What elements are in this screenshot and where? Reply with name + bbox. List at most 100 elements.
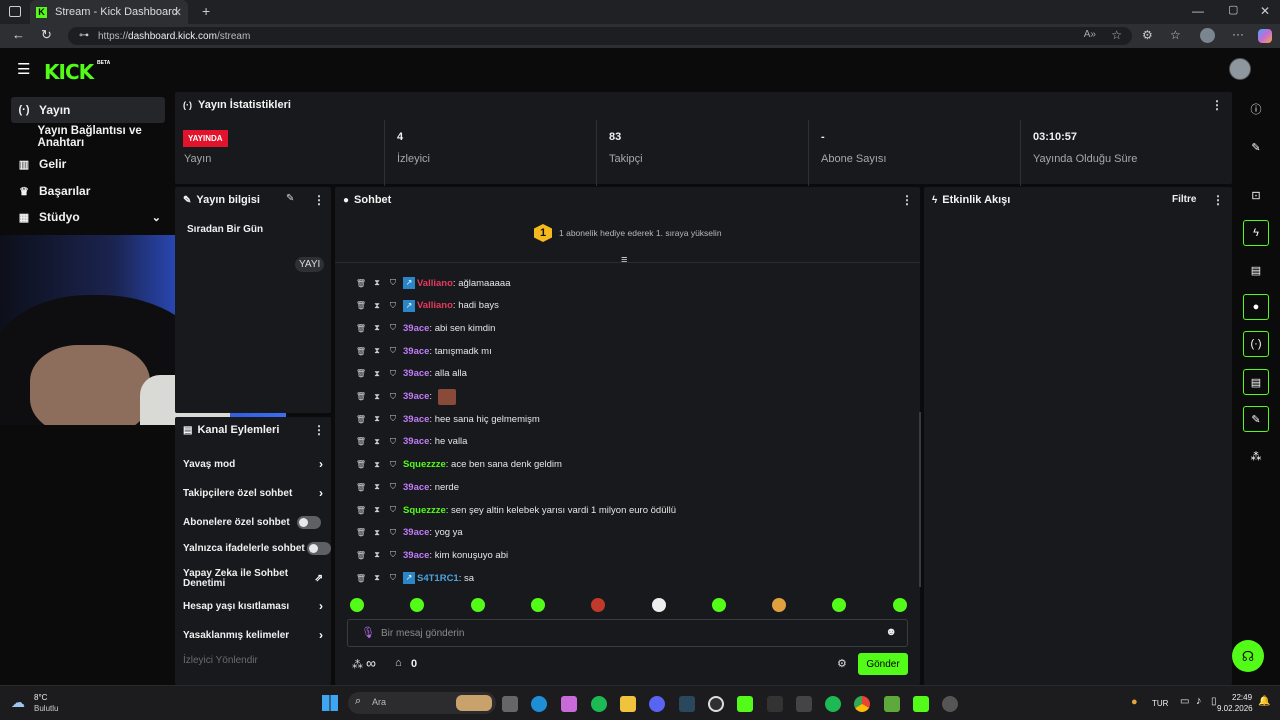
shop-icon[interactable]: ⌂ bbox=[395, 657, 402, 669]
delete-message-icon[interactable]: 🗑 bbox=[353, 301, 369, 310]
chat-message[interactable]: 🗑 ⧗ ⛉ 39ace: bbox=[353, 387, 456, 407]
broadcast-toggle-icon[interactable]: (·) bbox=[1243, 331, 1269, 357]
timeout-icon[interactable]: ⧗ bbox=[369, 323, 385, 333]
support-button[interactable]: ☊ bbox=[1232, 640, 1264, 672]
delete-message-icon[interactable]: 🗑 bbox=[353, 347, 369, 356]
delete-message-icon[interactable]: 🗑 bbox=[353, 324, 369, 333]
user-avatar[interactable] bbox=[1229, 58, 1251, 80]
microphone-tray-icon[interactable]: ● bbox=[1131, 696, 1138, 708]
ban-shield-icon[interactable]: ⛉ bbox=[385, 460, 401, 470]
language-indicator[interactable]: TUR bbox=[1152, 699, 1168, 708]
ban-shield-icon[interactable]: ⛉ bbox=[385, 505, 401, 515]
emoji-picker-icon[interactable]: ☻ bbox=[885, 626, 897, 638]
delete-message-icon[interactable]: 🗑 bbox=[353, 415, 369, 424]
chat-message[interactable]: 🗑 ⧗ ⛉ 39ace: kim konuşuyo abi bbox=[353, 545, 508, 565]
chat-input[interactable]: 🎙 Bir mesaj gönderin ☻ bbox=[347, 619, 908, 647]
ban-shield-icon[interactable]: ⛉ bbox=[385, 369, 401, 379]
quick-emote[interactable] bbox=[892, 598, 907, 612]
send-button[interactable]: Gönder bbox=[858, 653, 908, 675]
host-viewers-row[interactable]: İzleyici Yönlendir bbox=[183, 648, 325, 672]
browser-tab[interactable]: K Stream - Kick Dashboard ✕ bbox=[30, 0, 188, 24]
new-tab-icon[interactable]: + bbox=[202, 3, 210, 19]
network-icon[interactable]: ▭ bbox=[1180, 696, 1189, 707]
tools-icon[interactable]: ✎ bbox=[1243, 406, 1269, 432]
epic-games-icon[interactable] bbox=[767, 696, 783, 712]
quick-emote[interactable] bbox=[772, 598, 787, 612]
edit-icon[interactable]: ✎ bbox=[1243, 134, 1269, 160]
timeout-icon[interactable]: ⧗ bbox=[369, 505, 385, 515]
emotes-only-toggle[interactable] bbox=[307, 541, 331, 555]
reload-icon[interactable]: ↻ bbox=[41, 27, 52, 43]
back-icon[interactable]: ← bbox=[12, 27, 25, 42]
ban-shield-icon[interactable]: ⛉ bbox=[385, 278, 401, 288]
chat-username[interactable]: Squezzze bbox=[403, 459, 446, 470]
chat-username[interactable]: Valliano bbox=[417, 300, 453, 311]
chat-message[interactable]: 🗑 ⧗ ⛉ Squezzze: sen şey altin kelebek yarıs… bbox=[353, 500, 676, 520]
kick-app-icon[interactable] bbox=[913, 696, 929, 712]
chat-toggle-icon[interactable]: ● bbox=[1243, 294, 1269, 320]
notes-icon[interactable]: ▤ bbox=[1243, 257, 1269, 283]
quick-emote[interactable] bbox=[591, 598, 606, 612]
quick-emote[interactable] bbox=[711, 598, 726, 612]
account-age-row[interactable]: Hesap yaşı kısıtlaması › bbox=[183, 594, 325, 618]
ban-shield-icon[interactable]: ⛉ bbox=[385, 323, 401, 333]
weather-icon[interactable]: ☁ bbox=[11, 694, 25, 711]
battery-icon[interactable]: ▯ bbox=[1211, 696, 1217, 707]
clock-time[interactable]: 22:49 bbox=[1232, 693, 1252, 702]
favorites-icon[interactable]: ☆ bbox=[1170, 28, 1181, 42]
timeout-icon[interactable]: ⧗ bbox=[369, 301, 385, 311]
chat-message[interactable]: 🗑 ⧗ ⛉ 39ace: he valla bbox=[353, 432, 468, 452]
chat-username[interactable]: 39ace bbox=[403, 391, 429, 402]
more-menu-icon[interactable]: ··· bbox=[1232, 27, 1244, 41]
volume-icon[interactable]: ♪ bbox=[1196, 695, 1202, 707]
delete-message-icon[interactable]: 🗑 bbox=[353, 506, 369, 515]
sidebar-item-studyo[interactable]: ▦ Stüdyo ⌄ bbox=[11, 204, 165, 230]
task-view-icon[interactable] bbox=[502, 696, 518, 712]
chat-username[interactable]: 39ace bbox=[403, 346, 429, 357]
banned-words-row[interactable]: Yasaklanmış kelimeler › bbox=[183, 623, 325, 647]
edit-pencil-icon[interactable]: ✎ bbox=[286, 193, 294, 204]
pinned-collapse-icon[interactable]: ≡ bbox=[621, 254, 627, 266]
chat-message[interactable]: 🗑 ⧗ ⛉ ↗ S4T1RC1: sa bbox=[353, 568, 474, 588]
close-tab-icon[interactable]: ✕ bbox=[173, 6, 182, 19]
ban-shield-icon[interactable]: ⛉ bbox=[385, 550, 401, 560]
copilot-icon[interactable] bbox=[1258, 29, 1272, 43]
chat-username[interactable]: 39ace bbox=[403, 436, 429, 447]
ban-shield-icon[interactable]: ⛉ bbox=[385, 392, 401, 402]
url-field[interactable]: ⊶ https://dashboard.kick.com/stream A» ☆ bbox=[68, 27, 1132, 45]
timeout-icon[interactable]: ⧗ bbox=[369, 278, 385, 288]
chrome-icon[interactable] bbox=[854, 696, 870, 712]
chat-message[interactable]: 🗑 ⧗ ⛉ 39ace: hee sana hiç gelmemişm bbox=[353, 409, 540, 429]
ban-shield-icon[interactable]: ⛉ bbox=[385, 301, 401, 311]
discord-icon[interactable] bbox=[649, 696, 665, 712]
ban-shield-icon[interactable]: ⛉ bbox=[385, 346, 401, 356]
timeout-icon[interactable]: ⧗ bbox=[369, 369, 385, 379]
copilot-app-icon[interactable] bbox=[561, 696, 577, 712]
mic-icon[interactable]: 🎙 bbox=[361, 626, 375, 639]
timeout-icon[interactable]: ⧗ bbox=[369, 482, 385, 492]
delete-message-icon[interactable]: 🗑 bbox=[353, 437, 369, 446]
chat-menu-icon[interactable]: ⋮ bbox=[901, 193, 913, 207]
delete-message-icon[interactable]: 🗑 bbox=[353, 528, 369, 537]
chat-message[interactable]: 🗑 ⧗ ⛉ 39ace: nerde bbox=[353, 477, 459, 497]
delete-message-icon[interactable]: 🗑 bbox=[353, 460, 369, 469]
minecraft-icon[interactable] bbox=[884, 696, 900, 712]
chat-message[interactable]: 🗑 ⧗ ⛉ ↗ Valliano: hadi bays bbox=[353, 296, 499, 316]
ai-moderation-row[interactable]: Yapay Zeka ile Sohbet Denetimi ⇗ bbox=[183, 564, 325, 594]
hamburger-menu-icon[interactable]: ☰ bbox=[17, 60, 30, 78]
chat-message[interactable]: 🗑 ⧗ ⛉ 39ace: yog ya bbox=[353, 523, 463, 543]
chat-scrollbar[interactable] bbox=[919, 412, 921, 587]
delete-message-icon[interactable]: 🗑 bbox=[353, 279, 369, 288]
chat-settings-icon[interactable]: ⚙ bbox=[837, 657, 847, 670]
edge-browser-icon[interactable] bbox=[531, 696, 547, 712]
start-windows-icon[interactable] bbox=[322, 695, 338, 711]
delete-message-icon[interactable]: 🗑 bbox=[353, 369, 369, 378]
kick-logo[interactable]: KICK bbox=[44, 60, 94, 84]
activity-menu-icon[interactable]: ⋮ bbox=[1212, 193, 1224, 207]
chat-username[interactable]: 39ace bbox=[403, 368, 429, 379]
ban-shield-icon[interactable]: ⛉ bbox=[385, 414, 401, 424]
stats-menu-icon[interactable]: ⋮ bbox=[1211, 98, 1223, 112]
sidebar-item-yayin[interactable]: (·) Yayın bbox=[11, 97, 165, 123]
timeout-icon[interactable]: ⧗ bbox=[369, 573, 385, 583]
maximize-icon[interactable]: ▢ bbox=[1228, 3, 1238, 16]
